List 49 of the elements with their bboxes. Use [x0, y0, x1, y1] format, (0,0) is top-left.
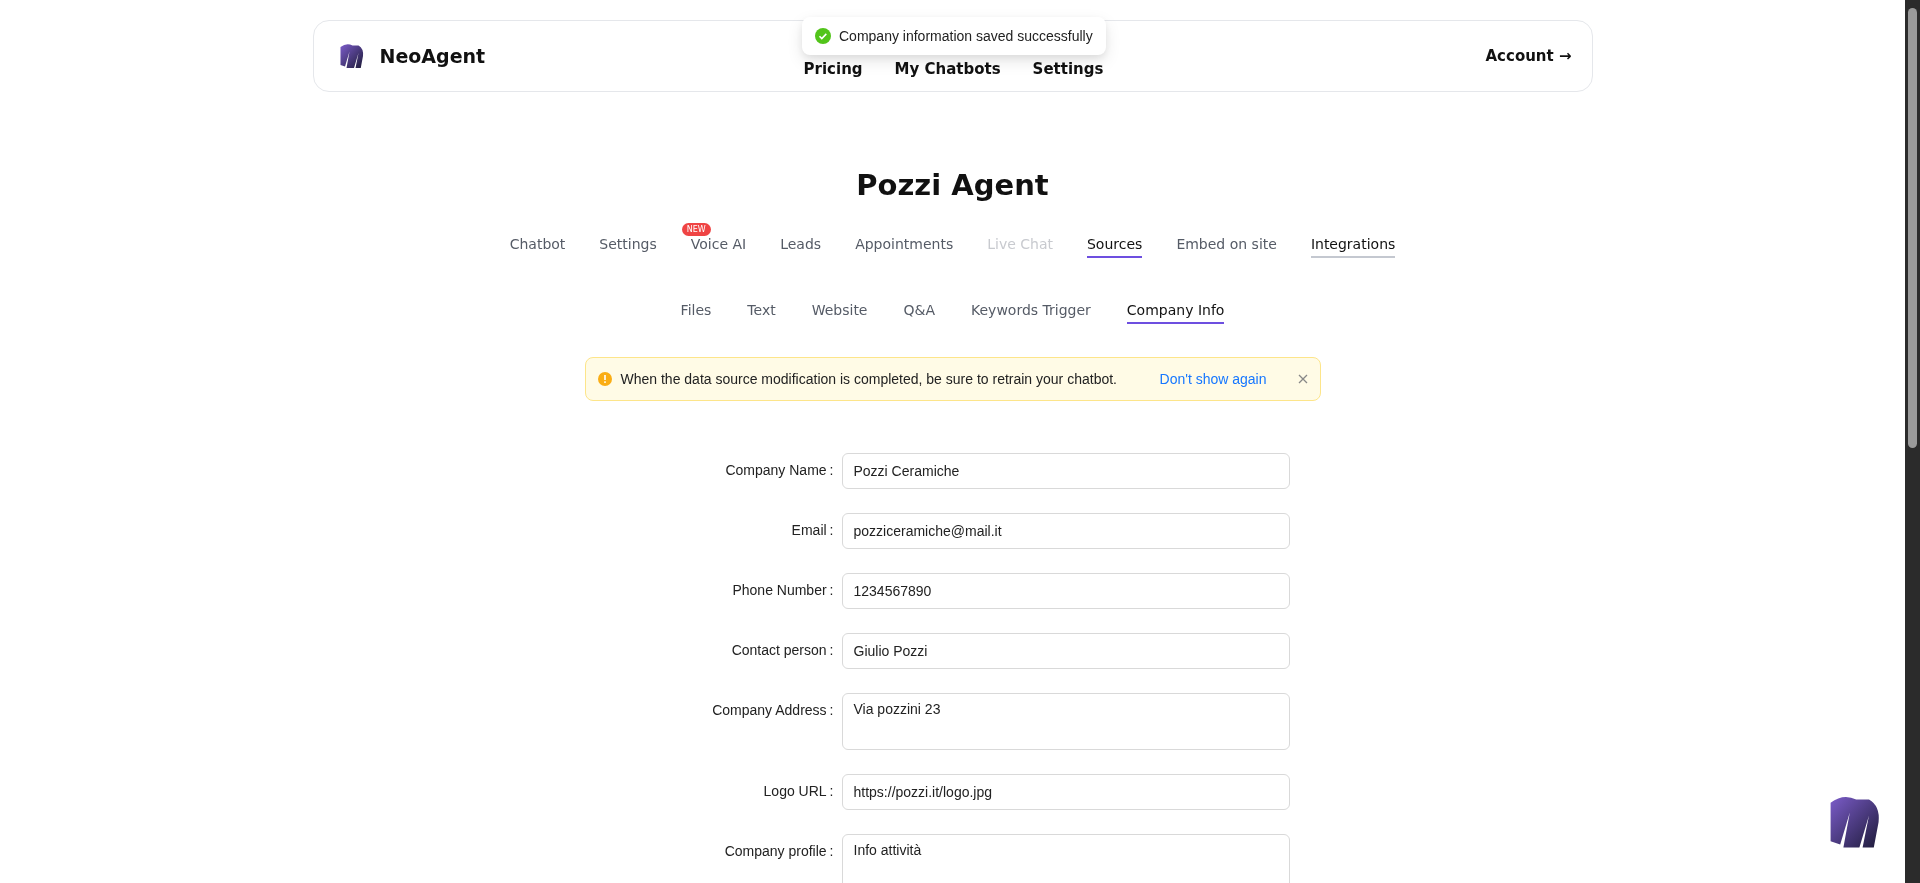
toast-message: Company information saved successfully: [839, 28, 1093, 44]
label-colon: :: [829, 461, 834, 478]
scrollbar[interactable]: [1905, 0, 1920, 883]
text-field[interactable]: Giulio Pozzi: [841, 633, 1290, 669]
label-colon: :: [829, 581, 834, 598]
alert-message: When the data source modification is completed, be sure to retrain your chatbot.: [620, 371, 1118, 387]
dont-show-again-link[interactable]: Don't show again: [1159, 371, 1267, 387]
nav-link[interactable]: Settings: [1032, 60, 1104, 78]
field-label: Company Name: [725, 461, 827, 478]
text-area[interactable]: Via pozzini 23: [841, 693, 1290, 750]
field-label: Email: [791, 521, 827, 538]
text-field[interactable]: https://pozzi.it/logo.jpg: [841, 774, 1290, 810]
subtab[interactable]: Files: [680, 302, 712, 324]
field-label: Phone Number: [732, 581, 827, 598]
subtab[interactable]: Keywords Trigger: [971, 302, 1091, 324]
text-field[interactable]: 1234567890: [841, 573, 1290, 609]
subtab[interactable]: Text: [747, 302, 776, 324]
field-label: Company profile: [724, 842, 827, 859]
account-link[interactable]: Account →: [1485, 47, 1572, 65]
nav-link[interactable]: My Chatbots: [894, 60, 1001, 78]
tab[interactable]: Embed on site: [1176, 236, 1277, 258]
success-icon: [815, 28, 831, 44]
nav-link[interactable]: Pricing: [803, 60, 863, 78]
tab[interactable]: Appointments: [855, 236, 954, 258]
tab[interactable]: Voice AI: [690, 236, 747, 258]
text-field[interactable]: pozziceramiche@mail.it: [841, 513, 1290, 549]
tab[interactable]: Sources: [1087, 236, 1143, 258]
field-label: Company Address: [712, 701, 827, 718]
subtab[interactable]: Q&A: [903, 302, 935, 324]
subtab[interactable]: Website: [811, 302, 868, 324]
text-field[interactable]: Pozzi Ceramiche: [841, 453, 1290, 489]
tab[interactable]: Leads: [780, 236, 822, 258]
label-colon: :: [829, 641, 834, 658]
warning-icon: [597, 372, 612, 386]
label-colon: :: [829, 521, 834, 538]
new-badge: NEW: [681, 223, 711, 236]
tab[interactable]: Settings: [599, 236, 657, 258]
close-icon[interactable]: [1297, 374, 1308, 384]
field-label: Contact person: [731, 641, 827, 658]
field-label: Logo URL: [763, 782, 827, 799]
label-colon: :: [829, 782, 834, 799]
label-colon: :: [829, 701, 834, 718]
tab[interactable]: Chatbot: [509, 236, 566, 258]
label-colon: :: [829, 842, 834, 859]
text-area[interactable]: Info attività: [841, 834, 1290, 883]
brand-name: NeoAgent: [379, 45, 486, 67]
subtab[interactable]: Company Info: [1126, 302, 1225, 324]
page-title: Pozzi Agent: [856, 168, 1049, 202]
tab[interactable]: Integrations: [1310, 236, 1396, 258]
